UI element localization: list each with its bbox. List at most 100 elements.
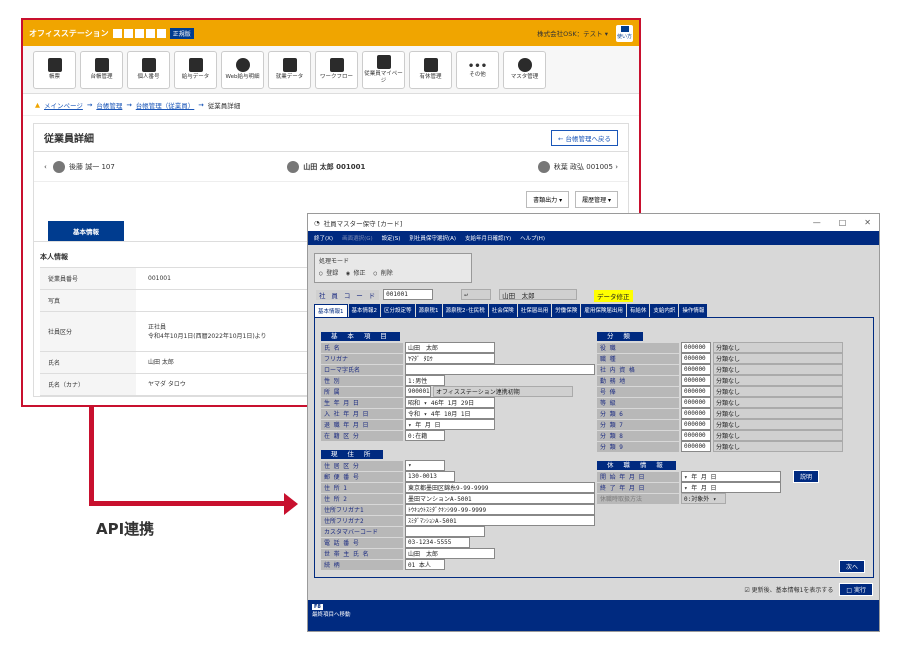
lookup-button[interactable]: ↵ bbox=[461, 289, 492, 300]
residence-select[interactable]: ▾ bbox=[405, 460, 445, 471]
menu-help[interactable]: ヘルプ(H) bbox=[520, 234, 545, 242]
address2-field[interactable]: 墨田マンションA-5001 bbox=[405, 493, 595, 504]
dept-code[interactable]: 900001 bbox=[405, 386, 431, 397]
next-button[interactable]: 次へ bbox=[838, 560, 865, 573]
menu-tile[interactable]: ワークフロー bbox=[315, 50, 358, 89]
ledger-icon bbox=[94, 58, 109, 73]
show-basic-checkbox[interactable]: ☑ 更新後、基本情報1を表示する bbox=[744, 585, 833, 594]
tab-leave[interactable]: 有給休 bbox=[626, 304, 650, 317]
birth-date[interactable]: 昭和 ▾ 46年 1月 29日 bbox=[405, 397, 495, 408]
explain-button[interactable]: 説明 bbox=[793, 470, 820, 483]
icon-5[interactable] bbox=[156, 28, 166, 38]
history-button[interactable]: 履歴管理 ▾ bbox=[575, 190, 618, 208]
tab-basic2[interactable]: 基本情報2 bbox=[348, 304, 380, 317]
class-code[interactable]: 000000 bbox=[681, 364, 711, 375]
crumb-current: 従業員詳細 bbox=[207, 101, 241, 110]
calendar-icon bbox=[423, 58, 438, 73]
name-field[interactable]: 山田 太郎 bbox=[405, 342, 495, 353]
run-button[interactable]: □ 実行 bbox=[839, 583, 873, 596]
output-button[interactable]: 書類出力 ▾ bbox=[526, 190, 570, 208]
menu-paydate[interactable]: 支給年月日確認(Y) bbox=[465, 234, 511, 242]
class-code[interactable]: 000000 bbox=[681, 386, 711, 397]
crumb-home[interactable]: メインページ bbox=[44, 100, 83, 110]
help-button[interactable]: 使い方 bbox=[616, 24, 633, 42]
back-button[interactable]: ← 台帳管理へ戻る bbox=[550, 129, 618, 146]
menu-exit[interactable]: 終了(X) bbox=[314, 234, 333, 242]
menu-tile[interactable]: 帳票 bbox=[33, 50, 76, 89]
leave-end[interactable]: ▾ 年 月 日 bbox=[681, 482, 781, 493]
menu-tile[interactable]: 個人番号 bbox=[127, 50, 170, 89]
tab-basic[interactable]: 基本情報 bbox=[48, 221, 124, 241]
menu-tile[interactable]: 有休管理 bbox=[409, 50, 452, 89]
tab-pay[interactable]: 支給内訳 bbox=[650, 304, 679, 317]
window-title: 社員マスター保守 [カード] bbox=[323, 219, 403, 228]
menu-tile[interactable]: 就業データ bbox=[268, 50, 311, 89]
crumb-ledger-emp[interactable]: 台帳管理（従業員） bbox=[136, 100, 195, 110]
class-code[interactable]: 000000 bbox=[681, 397, 711, 408]
company-select[interactable]: 株式会社OSK：テスト ▾ bbox=[537, 28, 608, 38]
class-code[interactable]: 000000 bbox=[681, 375, 711, 386]
tab-labor[interactable]: 労働保険 bbox=[552, 304, 581, 317]
menu-tile[interactable]: 台帳管理 bbox=[80, 50, 123, 89]
icon-2[interactable] bbox=[123, 28, 133, 38]
leave-date[interactable]: ▾ 年 月 日 bbox=[405, 419, 495, 430]
group-address: 現 住 所 bbox=[321, 450, 384, 459]
clock-icon bbox=[282, 58, 297, 73]
tab-social-report[interactable]: 社保届出用 bbox=[517, 304, 552, 317]
class-code[interactable]: 000000 bbox=[681, 408, 711, 419]
edit-status: データ修正 bbox=[594, 290, 633, 302]
avatar-icon bbox=[537, 160, 550, 173]
address-kana1[interactable]: ﾄｳｷｮｳﾄｽﾐﾀﾞｸｷﾝｼ99-99-9999 bbox=[405, 504, 595, 515]
householder-field[interactable]: 山田 太郎 bbox=[405, 548, 495, 559]
relation-field[interactable]: 01 本人 bbox=[405, 559, 445, 570]
menu-tile[interactable]: 従業員マイページ bbox=[362, 50, 405, 89]
menu-tile[interactable]: 給与データ bbox=[174, 50, 217, 89]
menu-tile[interactable]: ••• その他 bbox=[456, 50, 499, 89]
close-icon[interactable]: ✕ bbox=[864, 218, 871, 227]
menu-tile[interactable]: マスタ管理 bbox=[503, 50, 546, 89]
maximize-icon[interactable]: □ bbox=[839, 218, 847, 227]
tab-ops[interactable]: 操作情報 bbox=[679, 304, 708, 317]
address-kana2[interactable]: ｽﾐﾀﾞﾏﾝｼｮﾝA-5001 bbox=[405, 515, 595, 526]
menu-other[interactable]: 別社員保守選択(A) bbox=[409, 234, 456, 242]
menu-settings[interactable]: 設定(S) bbox=[382, 234, 401, 242]
next-employee[interactable]: 秋葉 政弘 001005 › bbox=[534, 160, 618, 173]
menu-screen: 画面選択(G) bbox=[342, 236, 373, 242]
home-icon[interactable]: ▲ bbox=[35, 101, 40, 109]
address1-field[interactable]: 東京都墨田区錦糸9-99-9999 bbox=[405, 482, 595, 493]
prev-employee[interactable]: ‹ 後藤 誠一 107 bbox=[44, 160, 115, 173]
tab-tax2[interactable]: 源泉税2･住民税 bbox=[442, 304, 488, 317]
group-class: 分 類 bbox=[597, 332, 643, 341]
barcode-field[interactable] bbox=[405, 526, 485, 537]
mode-register[interactable]: ○ 登録 bbox=[319, 268, 338, 277]
code-input[interactable]: 001001 bbox=[383, 289, 434, 300]
tab-class[interactable]: 区分設定等 bbox=[381, 304, 415, 317]
kana-field[interactable]: ﾔﾏﾀﾞ ﾀﾛｳ bbox=[405, 353, 495, 364]
mode-edit[interactable]: ◉ 修正 bbox=[346, 268, 365, 277]
icon-1[interactable] bbox=[112, 28, 122, 38]
join-date[interactable]: 令和 ▾ 4年 10月 1日 bbox=[405, 408, 495, 419]
leave-type: 0:対象外 ▾ bbox=[681, 493, 726, 504]
tab-tax1[interactable]: 源泉税1 bbox=[415, 304, 442, 317]
leave-start[interactable]: ▾ 年 月 日 bbox=[681, 471, 781, 482]
sex-select[interactable]: 1:男性 bbox=[405, 375, 445, 386]
tab-basic1[interactable]: 基本情報1 bbox=[314, 304, 348, 317]
class-code[interactable]: 000000 bbox=[681, 342, 711, 353]
class-code[interactable]: 000000 bbox=[681, 430, 711, 441]
status-select[interactable]: 0:在籍 bbox=[405, 430, 445, 441]
class-code[interactable]: 000000 bbox=[681, 441, 711, 452]
minimize-icon[interactable]: — bbox=[813, 218, 821, 227]
icon-4[interactable] bbox=[145, 28, 155, 38]
class-code[interactable]: 000000 bbox=[681, 419, 711, 430]
phone-field[interactable]: 03-1234-5555 bbox=[405, 537, 470, 548]
roman-field[interactable] bbox=[405, 364, 595, 375]
menu-tile[interactable]: Web給与明細 bbox=[221, 50, 264, 89]
mode-delete[interactable]: ○ 削除 bbox=[373, 268, 392, 277]
tab-employment[interactable]: 雇用保険届出用 bbox=[581, 304, 626, 317]
crumb-ledger[interactable]: 台帳管理 bbox=[96, 100, 122, 110]
zip-field[interactable]: 130-0013 bbox=[405, 471, 455, 482]
icon-3[interactable] bbox=[134, 28, 144, 38]
class-code[interactable]: 000000 bbox=[681, 353, 711, 364]
current-employee: 山田 太郎 001001 bbox=[283, 160, 365, 173]
tab-social[interactable]: 社会保険 bbox=[488, 304, 517, 317]
